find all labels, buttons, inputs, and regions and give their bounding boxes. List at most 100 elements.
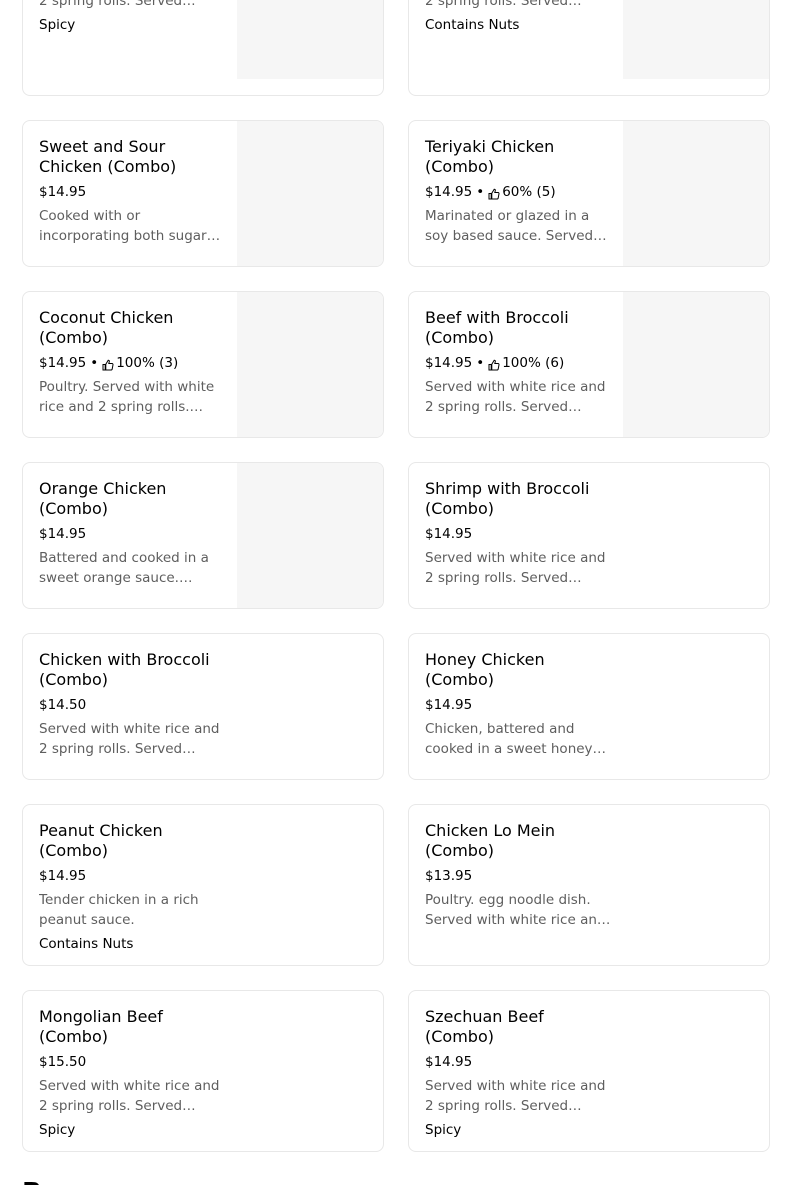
menu-item-title: Orange Chicken (Combo) — [39, 479, 167, 518]
menu-item-price: $14.95 — [425, 697, 473, 713]
menu-item-price: $14.95 — [39, 526, 87, 542]
menu-item-tag: Spicy — [425, 1122, 462, 1138]
menu-item-card[interactable]: Chicken with Broccoli (Combo) $14.50 Serve… — [22, 633, 384, 780]
menu-item-card[interactable]: Sweet and Sour Chicken (Combo) $14.95 Cook… — [22, 120, 384, 267]
menu-item-image — [237, 121, 383, 266]
menu-item-card[interactable]: Peanut Chicken (Combo) $14.95 Tender chick… — [22, 804, 384, 966]
menu-item-image — [623, 292, 769, 437]
menu-item-price: $14.95 — [39, 184, 87, 200]
menu-item-info: Mongolian Beef (Combo) $15.50 Served with … — [39, 1007, 225, 1140]
menu-item-card[interactable]: Orange Chicken (Combo) $14.95 Battered and… — [22, 462, 384, 609]
menu-item-title: Peanut Chicken (Combo) — [39, 821, 163, 860]
menu-item-card[interactable]: Chicken Lo Mein (Combo) $13.95 Poultry. eg… — [408, 804, 770, 966]
menu-item-meta: $13.95 — [425, 866, 611, 886]
menu-item-price: $14.95 — [425, 1054, 473, 1070]
menu-item-description: Tender chicken in a rich peanut sauce. — [39, 892, 199, 928]
menu-item-card[interactable]: $15.50Served with white rice and 2 sprin… — [408, 0, 770, 96]
separator-dot: • — [90, 355, 99, 371]
menu-item-meta: $14.95 — [39, 182, 225, 202]
menu-item-title: Sweet and Sour Chicken (Combo) — [39, 137, 177, 176]
menu-item-title: Mongolian Beef (Combo) — [39, 1007, 163, 1046]
separator-dot: • — [476, 184, 485, 200]
menu-item-price: $15.50 — [39, 1054, 87, 1070]
menu-item-price: $14.95 — [39, 355, 87, 371]
menu-item-title: Beef with Broccoli (Combo) — [425, 308, 569, 347]
menu-item-description: Served with white rice and 2 spring roll… — [425, 379, 606, 415]
menu-item-tag: Contains Nuts — [425, 17, 520, 33]
menu-item-meta: $14.95 • 100% (6) — [425, 353, 611, 373]
menu-item-info: Szechuan Beef (Combo) $14.95 Served with w… — [425, 1007, 611, 1140]
menu-item-meta: $14.50 — [39, 695, 225, 715]
menu-item-info: Sweet and Sour Chicken (Combo) $14.95 Cook… — [39, 137, 225, 246]
menu-item-description: Served with white rice and 2 spring roll… — [425, 550, 606, 586]
menu-item-description: Poultry. Served with white rice and 2 sp… — [39, 379, 215, 415]
menu-item-title: Teriyaki Chicken (Combo) — [425, 137, 555, 176]
menu-item-rating: 100% (6) — [502, 355, 565, 371]
menu-item-card[interactable]: Szechuan Beef (Combo) $14.95 Served with w… — [408, 990, 770, 1152]
menu-item-price: $14.95 — [425, 355, 473, 371]
menu-item-meta: $15.50 — [39, 1052, 225, 1072]
menu-item-meta: $14.95 — [39, 866, 225, 886]
menu-item-title: Shrimp with Broccoli (Combo) — [425, 479, 590, 518]
menu-item-description: Chicken, battered and cooked in a sweet … — [425, 721, 607, 757]
menu-item-info: Teriyaki Chicken (Combo) $14.95 • 60% (5) Ma… — [425, 137, 611, 246]
menu-item-meta: $14.95 — [425, 1052, 611, 1072]
menu-item-description: Served with white rice and 2 spring roll… — [39, 1078, 220, 1114]
menu-item-image — [237, 0, 383, 79]
menu-item-price: $13.95 — [425, 868, 473, 884]
menu-item-info: $14.95•83% (24)Served with white rice an… — [39, 0, 225, 35]
menu-item-meta: $14.95 — [425, 695, 611, 715]
menu-item-info: Shrimp with Broccoli (Combo) $14.95 Served… — [425, 479, 611, 588]
menu-item-tag: Spicy — [39, 1122, 76, 1138]
menu-item-image — [623, 121, 769, 266]
menu-item-meta: $14.95 • 100% (3) — [39, 353, 225, 373]
menu-item-card[interactable]: Coconut Chicken (Combo) $14.95 • 100% (3) Po… — [22, 291, 384, 438]
menu-item-description: Served with white rice and 2 spring roll… — [39, 721, 220, 757]
menu-item-info: $15.50Served with white rice and 2 sprin… — [425, 0, 611, 35]
menu-item-image — [237, 292, 383, 437]
menu-item-price: $14.95 — [425, 526, 473, 542]
menu-item-card[interactable]: Teriyaki Chicken (Combo) $14.95 • 60% (5) Ma… — [408, 120, 770, 267]
menu-item-description: Served with white rice and 2 spring roll… — [425, 0, 569, 9]
thumbs-up-icon — [102, 357, 114, 371]
menu-item-card[interactable]: Shrimp with Broccoli (Combo) $14.95 Served… — [408, 462, 770, 609]
menu-item-info: Chicken with Broccoli (Combo) $14.50 Serve… — [39, 650, 225, 759]
menu-item-description: Served with white rice and 2 spring roll… — [425, 1078, 606, 1114]
menu-item-description: Poultry. egg noodle dish. Served with wh… — [425, 892, 606, 928]
menu-item-card[interactable]: Honey Chicken (Combo) $14.95 Chicken, batt… — [408, 633, 770, 780]
menu-item-card[interactable]: $14.95•83% (24)Served with white rice an… — [22, 0, 384, 96]
menu-item-info: Coconut Chicken (Combo) $14.95 • 100% (3) Po… — [39, 308, 225, 417]
section-heading: Beverages — [22, 1176, 176, 1185]
thumbs-up-icon — [488, 186, 500, 200]
menu-item-info: Chicken Lo Mein (Combo) $13.95 Poultry. eg… — [425, 821, 611, 930]
menu-item-title: Honey Chicken (Combo) — [425, 650, 545, 689]
menu-item-title: Coconut Chicken (Combo) — [39, 308, 174, 347]
menu-item-meta: $14.95 — [39, 524, 225, 544]
menu-item-image — [237, 463, 383, 608]
menu-item-meta: $14.95 — [425, 524, 611, 544]
menu-item-description: Marinated or glazed in a soy based sauce… — [425, 208, 594, 244]
menu-item-info: Honey Chicken (Combo) $14.95 Chicken, batt… — [425, 650, 611, 759]
menu-item-price: $14.95 — [425, 184, 473, 200]
menu-item-description: Served with white rice and 2 spring roll… — [39, 0, 183, 9]
menu-item-image — [623, 0, 769, 79]
menu-item-card[interactable]: Mongolian Beef (Combo) $15.50 Served with … — [22, 990, 384, 1152]
menu-item-info: Orange Chicken (Combo) $14.95 Battered and… — [39, 479, 225, 588]
menu-item-info: Peanut Chicken (Combo) $14.95 Tender chick… — [39, 821, 225, 954]
thumbs-up-icon — [488, 357, 500, 371]
menu-item-card[interactable]: Beef with Broccoli (Combo) $14.95 • 100% (6… — [408, 291, 770, 438]
menu-item-info: Beef with Broccoli (Combo) $14.95 • 100% (6… — [425, 308, 611, 417]
menu-item-description: Battered and cooked in a sweet orange sa… — [39, 550, 209, 586]
menu-item-tag: Spicy — [39, 17, 76, 33]
menu-item-rating: 60% (5) — [502, 184, 556, 200]
menu-item-description: Cooked with or incorporating both sugar… — [39, 208, 221, 244]
menu-item-title: Chicken Lo Mein (Combo) — [425, 821, 556, 860]
menu-item-price: $14.95 — [39, 868, 87, 884]
menu-item-rating: 100% (3) — [116, 355, 179, 371]
menu-item-tag: Contains Nuts — [39, 936, 134, 952]
menu-item-title: Szechuan Beef (Combo) — [425, 1007, 544, 1046]
menu-item-price: $14.50 — [39, 697, 87, 713]
menu-item-title: Chicken with Broccoli (Combo) — [39, 650, 210, 689]
separator-dot: • — [476, 355, 485, 371]
menu-item-meta: $14.95 • 60% (5) — [425, 182, 611, 202]
